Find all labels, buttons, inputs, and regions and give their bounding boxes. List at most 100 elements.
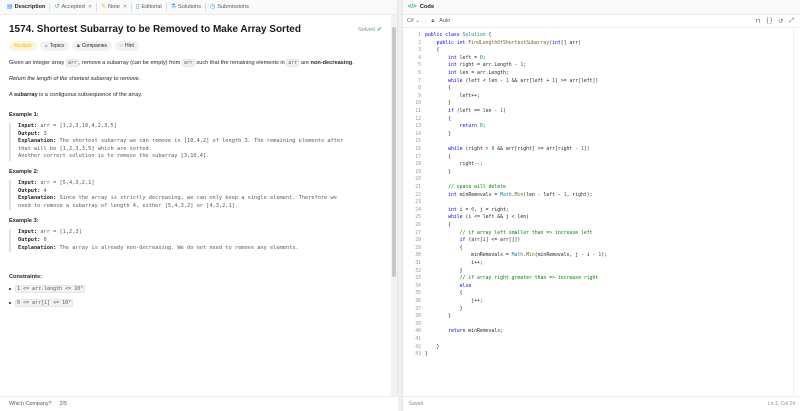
which-company-link[interactable]: Which Company?	[9, 401, 52, 407]
code-line[interactable]: 19 }	[403, 169, 793, 177]
code-line[interactable]: 32 }	[403, 268, 793, 276]
check-circle-icon: ✔	[376, 27, 382, 33]
code-text: int minRemovals = Math.Min(len - left - …	[448, 192, 593, 198]
code-line[interactable]: 21 // space will delete	[403, 184, 793, 192]
code-line[interactable]: 36 j++;	[403, 298, 793, 306]
lock-icon: 🔒︎	[77, 43, 80, 49]
code-line[interactable]: 7 while (left < len - 1 && arr[left + 1]…	[403, 78, 793, 86]
companies-chip[interactable]: 🔒︎ Companies	[72, 41, 112, 51]
line-number: 17	[415, 154, 421, 160]
code-line[interactable]: 41	[403, 336, 793, 344]
chevron-down-icon: ⌄	[415, 18, 420, 24]
code-line[interactable]: 2 public int FindLengthOfShortestSubarra…	[403, 40, 793, 48]
code-line[interactable]: 23	[403, 199, 793, 207]
line-number: 41	[415, 337, 421, 342]
tab-solutions[interactable]: ⚗ Solutions	[167, 0, 205, 15]
braces-icon[interactable]: { }	[766, 18, 772, 24]
bookmark-icon[interactable]: ⊓	[756, 18, 761, 25]
code-text: // space will delete	[448, 185, 506, 190]
code-line[interactable]: 38 }	[403, 313, 793, 321]
code-line[interactable]: 1 public class Solution {	[403, 32, 793, 40]
code-line[interactable]: 35 {	[403, 290, 793, 298]
code-line[interactable]: 20	[403, 176, 793, 184]
code-line[interactable]: 42 }	[403, 344, 793, 352]
description-scrollbar[interactable]	[391, 15, 397, 396]
line-number: 29	[415, 245, 421, 251]
code-text: int i = 0, j = right;	[448, 207, 509, 213]
tab-editorial[interactable]: ▯ Editorial	[132, 0, 166, 15]
code-line[interactable]: 30 minRemovals = Math.Min(minRemovals, j…	[403, 252, 793, 260]
hint-chip[interactable]: ◌ Hint	[114, 41, 139, 51]
code-line[interactable]: 28 if (arr[i] <= arr[j])	[403, 237, 793, 245]
code-line[interactable]: 37 }	[403, 306, 793, 314]
code-text: while (left < len - 1 && arr[left + 1] >…	[448, 78, 599, 84]
expand-icon[interactable]: ⤢	[789, 18, 794, 25]
code-line[interactable]: 22 int minRemovals = Math.Min(len - left…	[403, 192, 793, 200]
code-line[interactable]: 24 int i = 0, j = right;	[403, 207, 793, 215]
code-line[interactable]: 18 right--;	[403, 161, 793, 169]
close-icon[interactable]: ✕	[123, 4, 127, 10]
company-footer: Which Company? 2/5	[0, 396, 398, 411]
code-line[interactable]: 13 return 0;	[403, 123, 793, 131]
code-text: else	[459, 283, 472, 289]
code-line[interactable]: 33 // if array right greater than => inc…	[403, 275, 793, 283]
line-number: 28	[415, 238, 421, 244]
code-line[interactable]: 5 int right = arr.Length - 1;	[403, 62, 793, 70]
code-line[interactable]: 26 {	[403, 222, 793, 230]
code-line[interactable]: 27 // if array left smaller than => incr…	[403, 230, 793, 238]
line-number: 22	[415, 192, 421, 198]
code-line[interactable]: 10 }	[403, 100, 793, 108]
code-text: int left = 0;	[448, 55, 486, 61]
code-line[interactable]: 40 return minRemovals;	[403, 328, 793, 336]
editor-scrollbar[interactable]	[793, 29, 800, 395]
code-line[interactable]: 17 {	[403, 154, 793, 162]
line-number: 10	[415, 101, 421, 107]
code-editor[interactable]: 1 public class Solution {2 public int Fin…	[403, 29, 793, 395]
problem-title[interactable]: 1574. Shortest Subarray to be Removed to…	[9, 24, 301, 35]
code-line[interactable]: 16 while (right > 0 && arr[right] >= arr…	[403, 146, 793, 154]
line-number: 16	[415, 147, 421, 152]
code-text: if (arr[i] <= arr[j])	[459, 238, 521, 244]
title-row: 1574. Shortest Subarray to be Removed to…	[9, 24, 382, 35]
history-icon: ↺	[54, 4, 60, 10]
reset-icon[interactable]: ↺	[778, 18, 783, 25]
code-line[interactable]: 43}	[403, 351, 793, 359]
code-line[interactable]: 3 {	[403, 47, 793, 55]
left-tabbar: ▤ Description ↺ Accepted ✕ ✎ Note ✕ ▯ Ed…	[0, 0, 397, 15]
tab-description[interactable]: ▤ Description	[3, 0, 49, 15]
constraint-item: 1 <= arr.length <= 10⁵	[9, 285, 382, 294]
code-text: }	[425, 314, 451, 320]
line-number: 31	[415, 261, 421, 266]
code-text: public class Solution {	[425, 33, 492, 38]
scrollbar-thumb[interactable]	[392, 27, 396, 277]
topics-chip[interactable]: ⌂ Topics	[39, 41, 70, 51]
auto-mode[interactable]: Auto	[439, 18, 450, 24]
code-text: i++;	[425, 261, 483, 266]
code-line[interactable]: 25 while (i <= left && j < len)	[403, 214, 793, 222]
line-number: 12	[415, 116, 421, 122]
code-text: left++;	[425, 93, 480, 99]
tab-submissions[interactable]: ◷ Submissions	[206, 0, 253, 15]
code-line[interactable]: 11 if (left == len - 1)	[403, 108, 793, 116]
code-line[interactable]: 39	[403, 321, 793, 329]
code-line[interactable]: 14 }	[403, 131, 793, 139]
code-line[interactable]: 6 int len = arr.Length;	[403, 70, 793, 78]
code-text: while (i <= left && j < len)	[448, 215, 529, 221]
close-icon[interactable]: ✕	[88, 4, 92, 10]
tab-accepted[interactable]: ↺ Accepted ✕	[50, 0, 96, 15]
code-line[interactable]: 4 int left = 0;	[403, 55, 793, 63]
code-line[interactable]: 34 else	[403, 283, 793, 291]
app-root: ▤ Description ↺ Accepted ✕ ✎ Note ✕ ▯ Ed…	[0, 0, 800, 411]
code-line[interactable]: 31 i++;	[403, 260, 793, 268]
constraints-title: Constraints:	[9, 274, 42, 281]
code-line[interactable]: 8 {	[403, 85, 793, 93]
code-line[interactable]: 15	[403, 138, 793, 146]
code-text: {	[425, 116, 451, 122]
code-panel: </> Code C# ⌄ | 🔒︎ Auto ⊓ { } ↺ ⤢ 1 publi…	[402, 0, 800, 411]
code-line[interactable]: 9 left++;	[403, 93, 793, 101]
code-line[interactable]: 29 {	[403, 245, 793, 253]
language-select[interactable]: C# ⌄	[407, 18, 420, 24]
line-number: 30	[415, 253, 421, 259]
tab-note[interactable]: ✎ Note ✕	[97, 0, 131, 15]
code-line[interactable]: 12 {	[403, 116, 793, 124]
